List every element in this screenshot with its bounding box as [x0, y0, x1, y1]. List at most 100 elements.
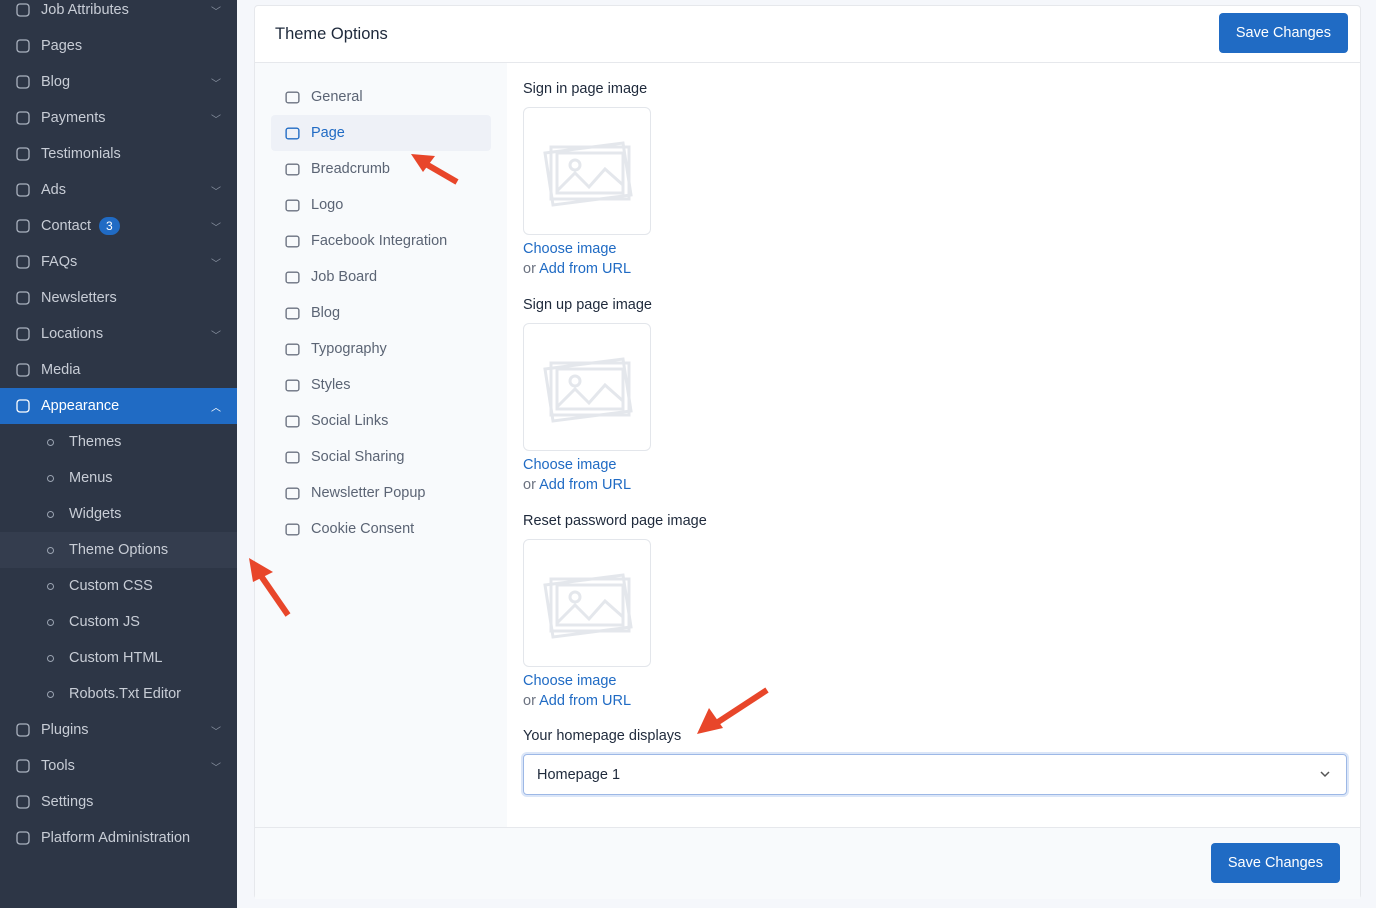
chevron-down-icon: ﹀ [211, 258, 221, 270]
save-changes-button-top[interactable]: Save Changes [1218, 13, 1348, 53]
sidebar-subitem[interactable]: Theme Options [0, 532, 237, 568]
homepage-select-value: Homepage 1 [537, 766, 621, 783]
chevron-down-icon [1320, 771, 1330, 778]
nav-item-blog[interactable]: Blog [271, 295, 491, 331]
nav-item-facebook-integration[interactable]: Facebook Integration [271, 223, 491, 259]
sidebar-item-ads[interactable]: Ads ﹀ [0, 172, 237, 208]
nav-item-logo[interactable]: Logo [271, 187, 491, 223]
sidebar-item-contact[interactable]: Contact 3 ﹀ [0, 208, 237, 244]
sidebar-item-plugins[interactable]: Plugins ﹀ [0, 712, 237, 748]
chevron-down-icon: ﹀ [211, 762, 221, 774]
chevron-down-icon: ﹀ [211, 186, 221, 198]
add-from-url-link[interactable]: Add from URL [539, 693, 631, 709]
sidebar-subitem[interactable]: Custom HTML [0, 640, 237, 676]
mail-open-icon [284, 485, 302, 502]
sidebar-subitem-label: Menus [69, 470, 113, 486]
field-label: Reset password page image [523, 513, 707, 529]
sidebar-subitem[interactable]: Custom CSS [0, 568, 237, 604]
circle-icon [47, 582, 54, 590]
image-preview[interactable] [523, 323, 651, 451]
mail-icon [14, 289, 32, 307]
circle-icon [47, 546, 54, 554]
choose-image-link[interactable]: Choose image [523, 673, 617, 689]
sidebar-subitem[interactable]: Widgets [0, 496, 237, 532]
share-icon [284, 449, 302, 466]
sidebar-item-label: Plugins [41, 722, 89, 738]
homepage-displays-label: Your homepage displays [523, 728, 682, 744]
sidebar-item-label: Ads [41, 182, 66, 198]
sidebar-item-payments[interactable]: Payments ﹀ [0, 100, 237, 136]
sidebar-item-locations[interactable]: Locations ﹀ [0, 316, 237, 352]
sidebar-item-media[interactable]: Media [0, 352, 237, 388]
add-from-url-link[interactable]: Add from URL [539, 261, 631, 277]
sidebar-item-label: Pages [41, 38, 83, 54]
sidebar-item-newsletters[interactable]: Newsletters [0, 280, 237, 316]
sidebar-subitem-label: Widgets [69, 506, 122, 522]
chevron-down-icon: ﹀ [211, 78, 221, 90]
circle-icon [47, 438, 54, 446]
sidebar-item-settings[interactable]: Settings [0, 784, 237, 820]
homepage-select[interactable]: Homepage 1 [523, 754, 1347, 795]
sidebar-subitem-label: Custom CSS [69, 578, 153, 594]
choose-image-link[interactable]: Choose image [523, 457, 617, 473]
nav-item-label: General [311, 89, 363, 105]
nav-item-label: Cookie Consent [311, 521, 415, 537]
page-title: Theme Options [255, 6, 1360, 63]
nav-item-social-links[interactable]: Social Links [271, 403, 491, 439]
sidebar-subitem[interactable]: Menus [0, 460, 237, 496]
nav-item-general[interactable]: General [271, 79, 491, 115]
sidebar: Job Attributes ﹀ Pages Blog ﹀ Payments ﹀ Testim… [0, 0, 237, 908]
sidebar-subitem[interactable]: Robots.Txt Editor [0, 676, 237, 712]
sidebar-item-job-attributes[interactable]: Job Attributes ﹀ [0, 0, 237, 28]
sidebar-item-label: Settings [41, 794, 94, 810]
nav-item-label: Styles [311, 377, 351, 393]
sidebar-subitem[interactable]: Custom JS [0, 604, 237, 640]
sidebar-item-label: Newsletters [41, 290, 117, 306]
nav-item-label: Page [311, 125, 345, 141]
network-icon [284, 413, 302, 430]
sidebar-item-platform-administration[interactable]: Platform Administration [0, 820, 237, 856]
add-url-line: or Add from URL [523, 477, 631, 493]
user-cog-icon [14, 829, 32, 847]
nav-item-cookie-consent[interactable]: Cookie Consent [271, 511, 491, 547]
sidebar-item-label: Platform Administration [41, 830, 191, 846]
image-preview[interactable] [523, 107, 651, 235]
nav-item-label: Social Sharing [311, 449, 405, 465]
add-from-url-link[interactable]: Add from URL [539, 477, 631, 493]
sidebar-item-label: Appearance [41, 398, 120, 414]
sidebar-item-blog[interactable]: Blog ﹀ [0, 64, 237, 100]
home-icon [284, 89, 302, 106]
sidebar-item-tools[interactable]: Tools ﹀ [0, 748, 237, 784]
sidebar-item-appearance[interactable]: Appearance ︿ [0, 388, 237, 424]
folder-icon [14, 361, 32, 379]
gear-icon [14, 793, 32, 811]
book-icon [14, 37, 32, 55]
sidebar-item-label: Payments [41, 110, 106, 126]
image-preview[interactable] [523, 539, 651, 667]
nav-item-job-board[interactable]: Job Board [271, 259, 491, 295]
nav-item-label: Logo [311, 197, 344, 213]
sidebar-item-testimonials[interactable]: Testimonials [0, 136, 237, 172]
sidebar-item-faqs[interactable]: FAQs ﹀ [0, 244, 237, 280]
image-placeholder-icon [537, 557, 637, 650]
nav-item-newsletter-popup[interactable]: Newsletter Popup [271, 475, 491, 511]
nav-item-styles[interactable]: Styles [271, 367, 491, 403]
save-changes-button-bottom[interactable]: Save Changes [1210, 843, 1340, 883]
nav-item-breadcrumb[interactable]: Breadcrumb [271, 151, 491, 187]
palette-icon [284, 377, 302, 394]
sidebar-subitem[interactable]: Themes [0, 424, 237, 460]
image-icon [284, 197, 302, 214]
nav-item-typography[interactable]: Typography [271, 331, 491, 367]
field-label: Sign in page image [523, 81, 648, 97]
sidebar-item-label: Locations [41, 326, 104, 342]
theme-options-card: Theme Options Save Changes General Page Br… [254, 5, 1361, 899]
sidebar-item-pages[interactable]: Pages [0, 28, 237, 64]
nav-item-social-sharing[interactable]: Social Sharing [271, 439, 491, 475]
choose-image-link[interactable]: Choose image [523, 241, 617, 257]
chevron-down-icon: ﹀ [211, 222, 221, 234]
plug-icon [14, 721, 32, 739]
nav-item-page[interactable]: Page [271, 115, 491, 151]
nav-item-label: Breadcrumb [311, 161, 390, 177]
globe-icon [14, 325, 32, 343]
image-placeholder-icon [537, 341, 637, 434]
